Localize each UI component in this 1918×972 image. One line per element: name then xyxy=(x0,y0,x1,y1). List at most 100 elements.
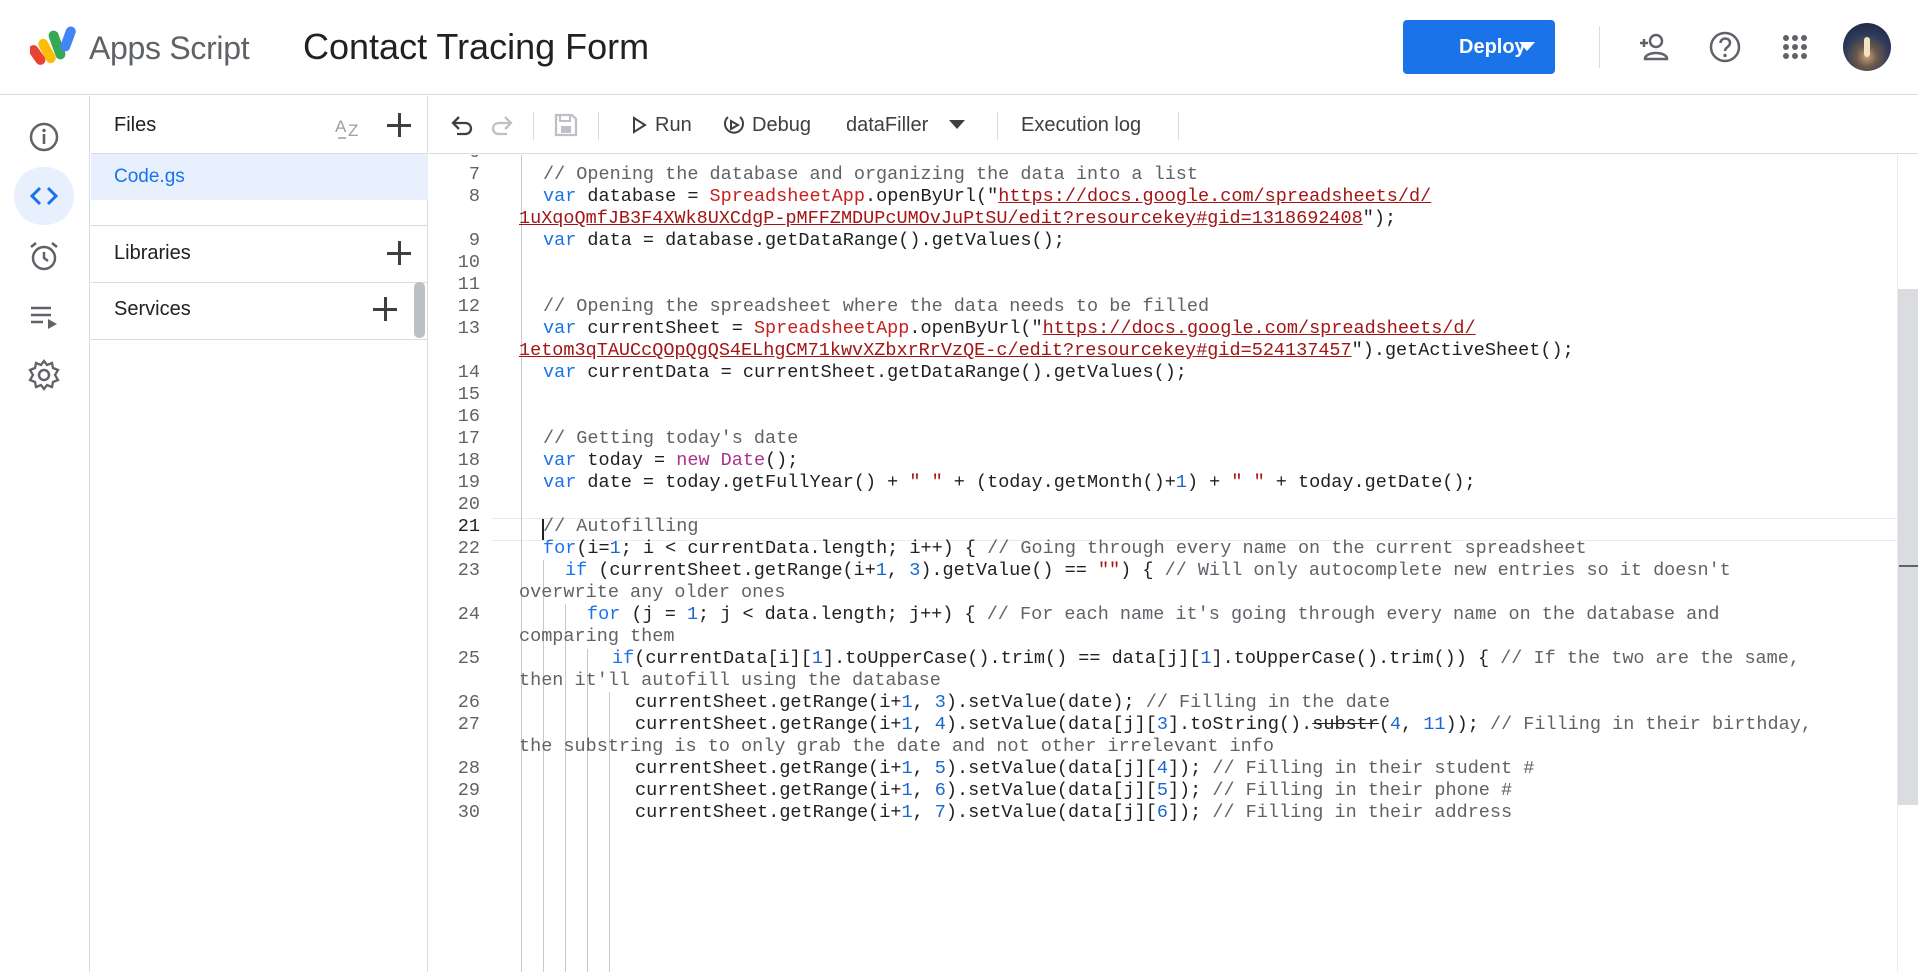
panel-scrollbar-thumb[interactable] xyxy=(414,282,425,338)
files-heading: Files xyxy=(114,114,157,136)
rail-executions[interactable] xyxy=(14,287,74,345)
services-section: Services xyxy=(91,282,428,340)
line-number: 28 xyxy=(457,758,480,779)
add-file-icon[interactable] xyxy=(387,113,411,137)
token: , xyxy=(912,758,935,779)
token: today = xyxy=(576,450,677,471)
token: ; i < currentData.length; i++) { xyxy=(620,538,988,559)
line-number-current: 21 xyxy=(457,516,480,537)
code-line-26: currentSheet.getRange(i+1, 3).setValue(d… xyxy=(635,692,1390,713)
files-panel: Files A Z Code.gs Libraries Services xyxy=(91,96,428,972)
project-title[interactable]: Contact Tracing Form xyxy=(303,26,649,68)
token-url[interactable]: 1etom3qTAUCcQOpQgQS4ELhgCM71kwvXZbxrRrVz… xyxy=(519,340,1352,361)
token-comment: // Going through every name on the curre… xyxy=(987,538,1587,559)
add-library-icon[interactable] xyxy=(387,241,411,265)
line-number: 18 xyxy=(457,450,480,471)
code-editor[interactable]: 6 7 8 9 10 11 12 13 14 15 16 17 18 19 20… xyxy=(429,155,1918,972)
redo-icon[interactable] xyxy=(489,113,515,137)
token: ).setValue(data[j][ xyxy=(945,780,1157,801)
function-selector[interactable]: dataFiller xyxy=(846,96,966,154)
token-number: 3 xyxy=(909,560,921,581)
token-string: " " xyxy=(909,472,943,493)
token-number: 1 xyxy=(811,648,823,669)
apps-script-logo[interactable] xyxy=(30,24,80,68)
token-url[interactable]: https://docs.google.com/spreadsheets/d/ xyxy=(1043,318,1476,339)
line-number: 26 xyxy=(457,692,480,713)
token-number: 1 xyxy=(901,802,913,823)
rail-overview[interactable] xyxy=(14,108,74,166)
execution-log-button[interactable]: Execution log xyxy=(1021,96,1141,154)
services-heading: Services xyxy=(114,298,191,320)
token-number: 3 xyxy=(1156,714,1168,735)
token-number: 4 xyxy=(1156,758,1168,779)
line-number: 12 xyxy=(457,296,480,317)
token-number: 6 xyxy=(934,780,946,801)
token: ].toUpperCase().trim() == data[j][ xyxy=(822,648,1201,669)
code-line-14: var currentData = currentSheet.getDataRa… xyxy=(543,362,1187,383)
code-line-25: if(currentData[i][1].toUpperCase().trim(… xyxy=(612,648,1800,669)
indent-guide xyxy=(609,692,610,972)
code-line-29: currentSheet.getRange(i+1, 6).setValue(d… xyxy=(635,780,1512,801)
scrollbar-cursor-marker xyxy=(1899,565,1918,567)
token-comment: // If the two are the same, xyxy=(1500,648,1800,669)
token: ].toUpperCase().trim()) { xyxy=(1211,648,1501,669)
token: ").getActiveSheet(); xyxy=(1351,340,1574,361)
token: ).setValue(data[j][ xyxy=(945,802,1157,823)
apps-grid-icon[interactable] xyxy=(1776,28,1814,66)
code-line-12: // Opening the spreadsheet where the dat… xyxy=(543,296,1210,317)
token-string: "" xyxy=(1097,560,1121,581)
code-line-13-wrap: 1etom3qTAUCcQOpQgQS4ELhgCM71kwvXZbxrRrVz… xyxy=(519,340,1574,361)
file-item-code-gs[interactable]: Code.gs xyxy=(91,154,428,200)
add-person-icon[interactable] xyxy=(1636,28,1674,66)
token-deprecated: substr xyxy=(1312,714,1379,735)
code-line-19: var date = today.getFullYear() + " " + (… xyxy=(543,472,1476,493)
token: database = xyxy=(576,186,710,207)
indent-guide xyxy=(521,155,522,972)
token: ; j < data.length; j++) { xyxy=(698,604,987,625)
debug-button[interactable]: Debug xyxy=(722,96,811,154)
add-service-icon[interactable] xyxy=(373,297,397,321)
line-number: 13 xyxy=(457,318,480,339)
line-number: 19 xyxy=(457,472,480,493)
token: ]); xyxy=(1167,758,1213,779)
token-keyword: if xyxy=(612,648,635,669)
toolbar-divider xyxy=(997,112,998,140)
toolbar-divider xyxy=(1178,112,1179,140)
token-keyword: var xyxy=(543,318,577,339)
token: (currentSheet.getRange(i+ xyxy=(587,560,876,581)
token-number: 4 xyxy=(934,714,946,735)
token-keyword-new: new xyxy=(676,450,710,471)
undo-icon[interactable] xyxy=(449,113,475,137)
token: currentSheet.getRange(i+ xyxy=(635,780,902,801)
rail-settings[interactable] xyxy=(14,346,74,404)
sort-az-icon[interactable]: A Z xyxy=(334,112,364,140)
indent-guide xyxy=(565,604,566,972)
rail-editor[interactable] xyxy=(14,167,74,225)
run-label: Run xyxy=(655,113,692,136)
token: , xyxy=(1401,714,1424,735)
account-avatar[interactable] xyxy=(1843,23,1891,71)
code-line-7: // Opening the database and organizing t… xyxy=(543,164,1199,185)
line-number: 14 xyxy=(457,362,480,383)
save-icon[interactable] xyxy=(553,112,579,138)
file-item-label: Code.gs xyxy=(114,166,185,187)
info-icon xyxy=(29,122,59,152)
deploy-button[interactable]: Deploy xyxy=(1403,20,1555,74)
run-button[interactable]: Run xyxy=(629,96,692,154)
token-url[interactable]: https://docs.google.com/spreadsheets/d/ xyxy=(998,186,1431,207)
function-selector-label: dataFiller xyxy=(846,113,929,136)
editor-scrollbar-thumb[interactable] xyxy=(1898,289,1918,805)
app-name[interactable]: Apps Script xyxy=(89,30,250,67)
line-number: 11 xyxy=(457,274,480,295)
token-keyword: var xyxy=(543,450,577,471)
token: ).getValue() == xyxy=(920,560,1098,581)
rail-triggers[interactable] xyxy=(14,227,74,285)
token: , xyxy=(912,714,935,735)
left-navigation-rail xyxy=(0,96,90,972)
help-icon[interactable] xyxy=(1706,28,1744,66)
avatar-image xyxy=(1864,37,1870,57)
toolbar-divider xyxy=(533,112,534,140)
code-line-23: if (currentSheet.getRange(i+1, 3).getVal… xyxy=(565,560,1731,581)
token-url[interactable]: 1uXqoQmfJB3F4XWk8UXCdgP-pMFFZMDUPcUMOvJu… xyxy=(519,208,1363,229)
token-comment: // Will only autocomplete new entries so… xyxy=(1164,560,1731,581)
